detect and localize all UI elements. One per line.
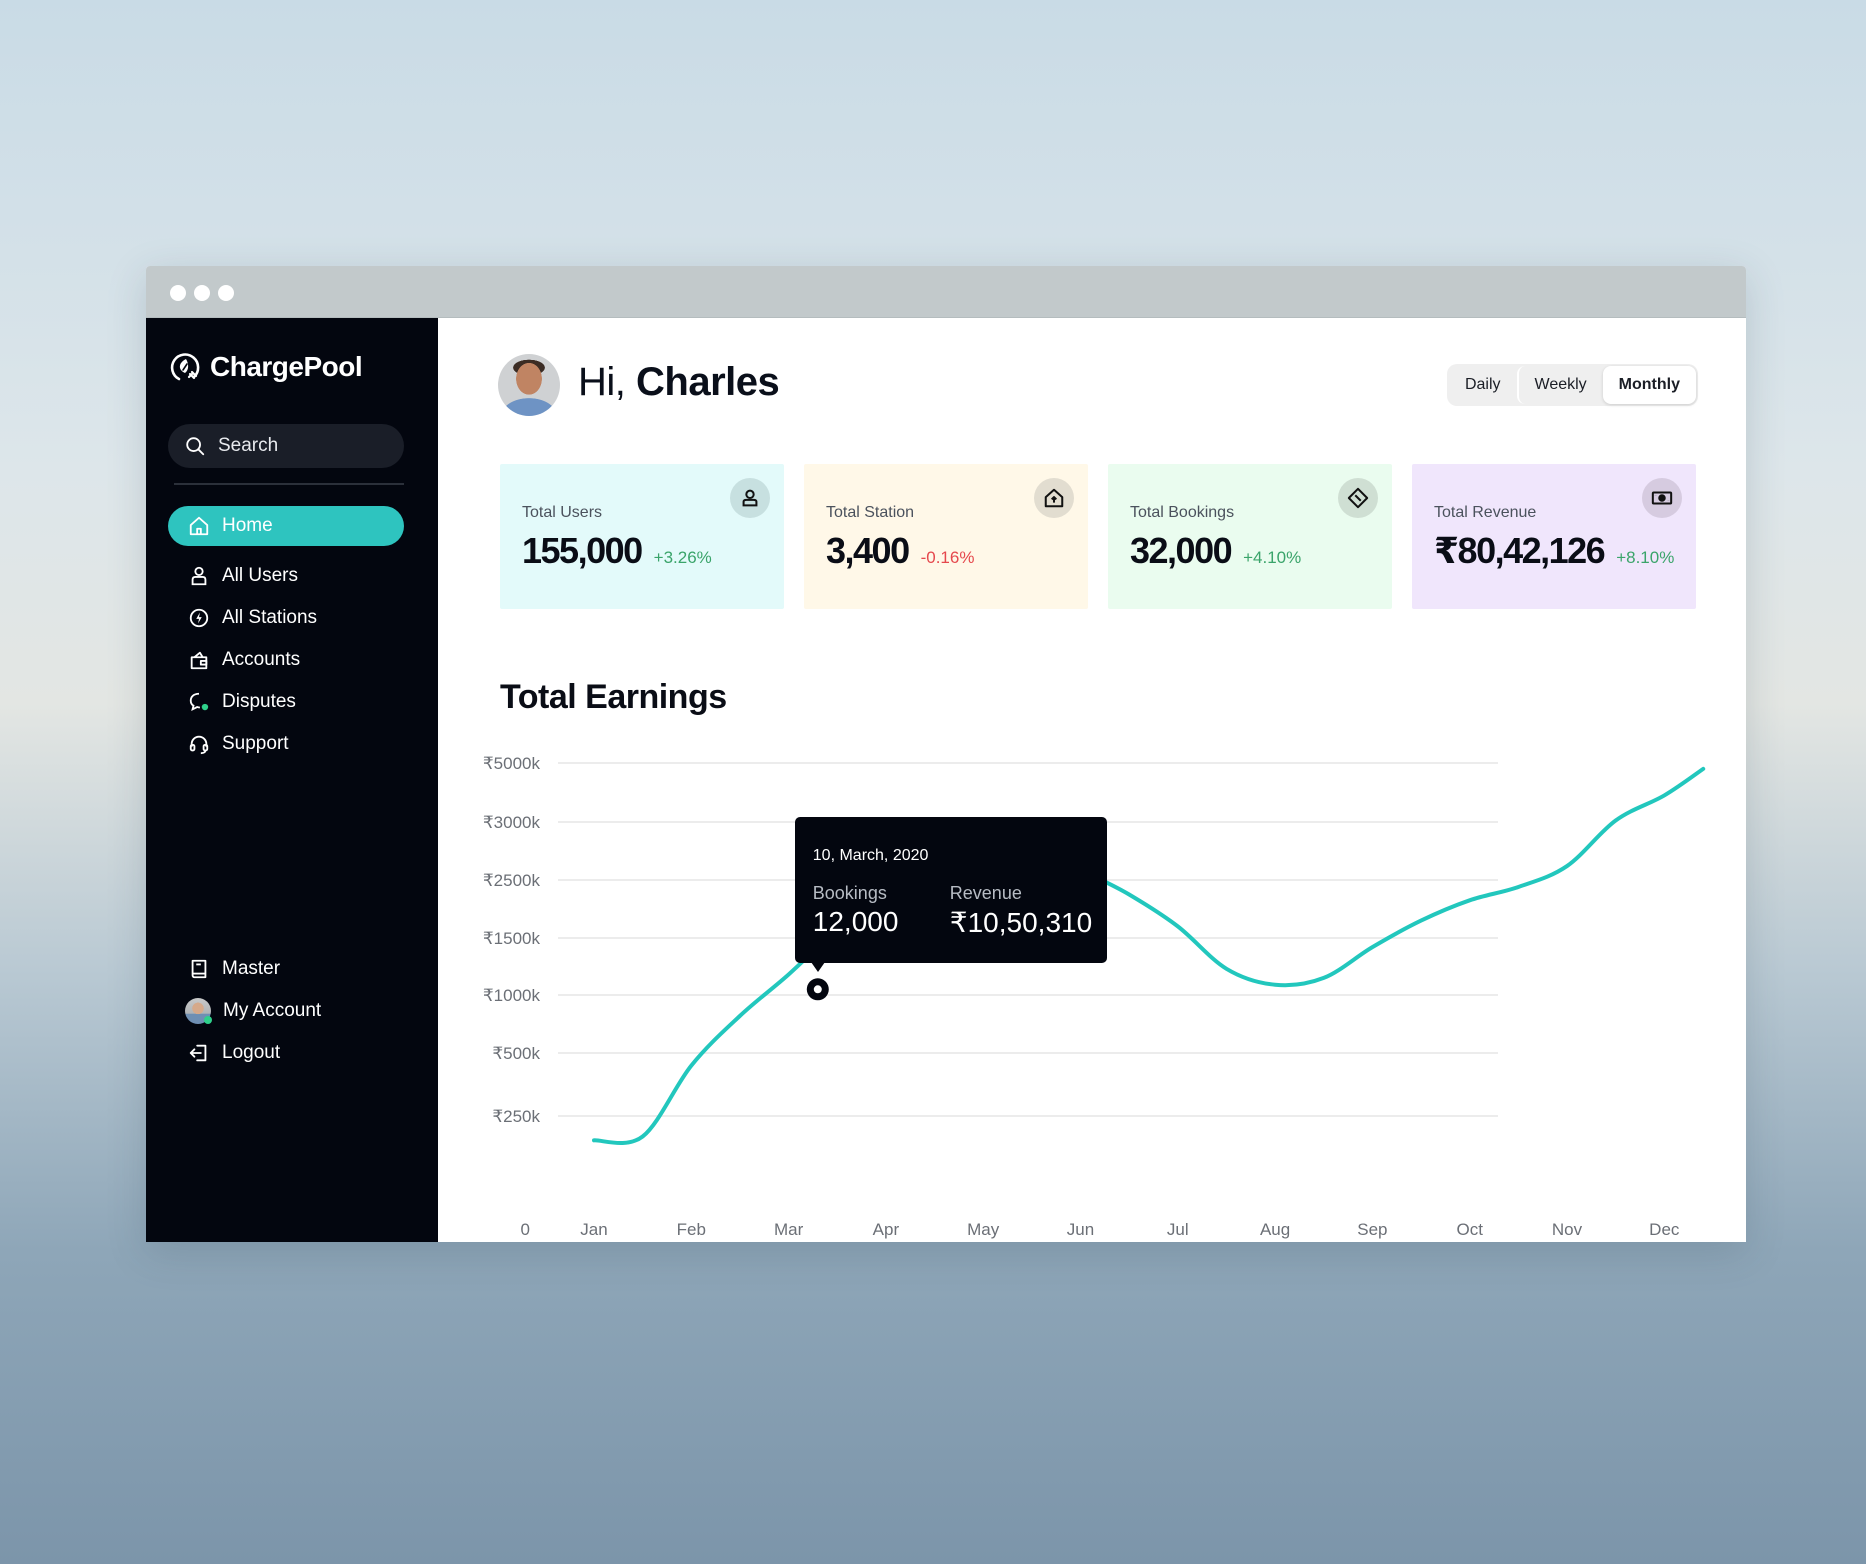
tooltip-revenue-value: ₹10,50,310 — [949, 907, 1093, 939]
tooltip-date: 10, March, 2020 — [812, 847, 929, 865]
x-tick-label: Sep — [1357, 1220, 1387, 1239]
sidebar-bottom-nav: Master My Account Logout — [168, 948, 404, 1074]
headset-icon — [189, 735, 209, 755]
highlight-point-center — [813, 985, 822, 994]
sidebar-item-all-stations[interactable]: All Stations — [168, 598, 404, 638]
x-tick-label: Jul — [1167, 1220, 1189, 1239]
sidebar: ChargePool Search Home All Users All Sta… — [146, 318, 438, 1242]
search-placeholder: Search — [218, 435, 279, 456]
sidebar-item-label: Logout — [222, 1042, 281, 1063]
sidebar-item-label: My Account — [223, 1000, 322, 1021]
x-tick-label: Feb — [677, 1220, 706, 1239]
chat-bubble-icon — [189, 692, 209, 712]
search-icon — [186, 437, 205, 456]
y-tick-label: ₹500k — [492, 1044, 540, 1063]
x-tick-label: Aug — [1260, 1220, 1290, 1239]
window-controls — [170, 285, 234, 301]
sidebar-item-label: All Users — [222, 565, 299, 586]
x-tick-label: Oct — [1456, 1220, 1483, 1239]
sidebar-item-label: Master — [222, 958, 281, 979]
sidebar-item-support[interactable]: Support — [168, 724, 404, 764]
earnings-line-chart[interactable]: 0 ₹250k ₹500k ₹1000k ₹1500k ₹2500k ₹3000k ₹5000… — [438, 318, 1746, 1242]
y-tick-label: ₹1000k — [483, 986, 541, 1005]
sidebar-item-label: Accounts — [222, 649, 301, 670]
avatar — [185, 998, 212, 1024]
dashboard-main: Hi, Charles Daily Weekly Monthly Total U… — [438, 318, 1746, 1242]
y-tick-label: 0 — [521, 1220, 530, 1239]
sidebar-item-label: All Stations — [222, 607, 318, 628]
sidebar-nav: Home All Users All Stations Accounts Dis… — [168, 506, 404, 766]
sidebar-divider — [174, 483, 404, 485]
earnings-series-line — [592, 766, 1706, 1145]
sidebar-item-my-account[interactable]: My Account — [168, 990, 404, 1032]
sidebar-item-logout[interactable]: Logout — [168, 1032, 404, 1074]
chart-tooltip: 10, March, 2020 Bookings 12,000 Revenue … — [794, 817, 1107, 973]
chargepool-logo-icon — [170, 353, 200, 381]
x-tick-label: Apr — [873, 1220, 900, 1239]
y-tick-label: ₹2500k — [483, 871, 541, 890]
y-tick-label: ₹5000k — [483, 754, 541, 773]
book-icon — [191, 959, 207, 979]
x-tick-label: May — [967, 1220, 1000, 1239]
y-tick-label: ₹3000k — [483, 813, 541, 832]
y-tick-label: ₹250k — [492, 1107, 540, 1126]
brand-logo[interactable]: ChargePool — [168, 350, 363, 384]
sidebar-item-accounts[interactable]: Accounts — [168, 640, 404, 680]
sidebar-item-disputes[interactable]: Disputes — [168, 682, 404, 722]
sidebar-item-label: Home — [222, 515, 273, 536]
sidebar-item-label: Support — [222, 733, 289, 754]
brand-name: ChargePool — [210, 351, 363, 382]
y-tick-label: ₹1500k — [483, 929, 541, 948]
lightning-icon — [189, 608, 209, 628]
sidebar-item-label: Disputes — [222, 691, 296, 712]
logout-icon — [189, 1044, 207, 1062]
app-window: ChargePool Search Home All Users All Sta… — [146, 266, 1746, 1242]
user-icon — [191, 566, 207, 586]
x-tick-label: Jan — [580, 1220, 607, 1239]
sidebar-item-home[interactable]: Home — [168, 506, 404, 546]
x-tick-label: Dec — [1649, 1220, 1680, 1239]
wallet-icon — [190, 651, 208, 670]
maximize-window-button[interactable] — [218, 285, 234, 301]
close-window-button[interactable] — [170, 285, 186, 301]
minimize-window-button[interactable] — [194, 285, 210, 301]
sidebar-item-all-users[interactable]: All Users — [168, 556, 404, 596]
x-tick-label: Mar — [774, 1220, 804, 1239]
search-input[interactable]: Search — [168, 424, 404, 468]
sidebar-item-master[interactable]: Master — [168, 948, 404, 990]
tooltip-bookings-label: Bookings — [812, 883, 887, 904]
home-icon — [189, 516, 209, 536]
tooltip-revenue-label: Revenue — [949, 883, 1022, 904]
window-titlebar — [146, 266, 1746, 318]
tooltip-bookings-value: 12,000 — [812, 906, 899, 938]
x-tick-label: Jun — [1067, 1220, 1094, 1239]
x-tick-label: Nov — [1552, 1220, 1583, 1239]
